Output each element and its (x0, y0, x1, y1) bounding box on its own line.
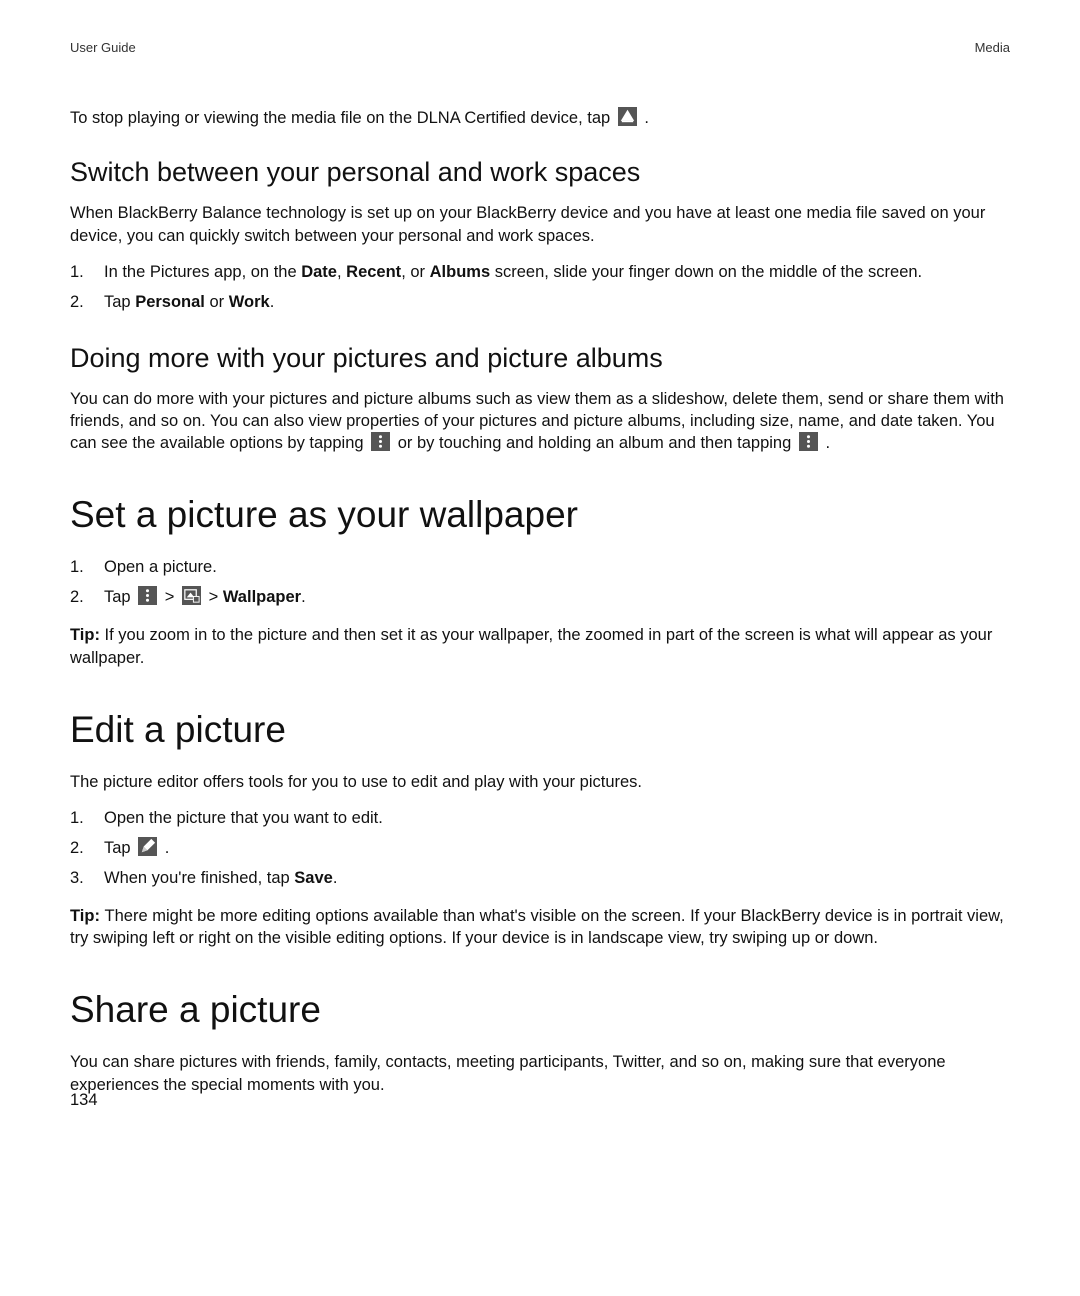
list-item: 1. In the Pictures app, on the Date, Rec… (70, 261, 1010, 285)
text-fragment: screen, slide your finger down on the mi… (490, 263, 922, 281)
list-item: 1. Open the picture that you want to edi… (70, 807, 1010, 831)
step-number: 1. (70, 261, 104, 285)
step-text: Open the picture that you want to edit. (104, 807, 1010, 831)
edit-picture-tip: Tip: There might be more editing options… (70, 905, 1010, 950)
text-fragment: . (333, 869, 338, 887)
heading-set-wallpaper: Set a picture as your wallpaper (70, 494, 1010, 536)
text-fragment: . (301, 588, 306, 606)
list-item: 2. Tap . (70, 837, 1010, 861)
step-text: Tap . (104, 837, 1010, 861)
text-fragment: or by touching and holding an album and … (398, 434, 796, 452)
step-number: 1. (70, 556, 104, 580)
step-text: When you're finished, tap Save. (104, 867, 1010, 891)
heading-share-picture: Share a picture (70, 989, 1010, 1031)
doing-more-paragraph: You can do more with your pictures and p… (70, 388, 1010, 455)
text-fragment: In the Pictures app, on the (104, 263, 301, 281)
edit-picture-steps: 1. Open the picture that you want to edi… (70, 807, 1010, 891)
more-options-icon (799, 432, 818, 451)
heading-edit-picture: Edit a picture (70, 709, 1010, 751)
page-container: User Guide Media To stop playing or view… (0, 0, 1080, 1296)
stop-playback-icon (618, 107, 637, 126)
text-fragment: When you're finished, tap (104, 869, 294, 887)
more-options-icon (138, 586, 157, 605)
text-fragment: , (337, 263, 346, 281)
text-fragment: or (205, 293, 229, 311)
edit-picture-paragraph: The picture editor offers tools for you … (70, 771, 1010, 793)
wallpaper-steps: 1. Open a picture. 2. Tap > > Wallpaper. (70, 556, 1010, 610)
switch-spaces-paragraph: When BlackBerry Balance technology is se… (70, 202, 1010, 247)
bold-albums: Albums (430, 263, 491, 281)
running-header: User Guide Media (70, 40, 1010, 55)
step-number: 2. (70, 586, 104, 610)
dlna-stop-text-after: . (644, 109, 649, 127)
text-fragment: . (270, 293, 275, 311)
step-text: Tap > > Wallpaper. (104, 586, 1010, 610)
text-fragment: Tap (104, 839, 135, 857)
wallpaper-tip: Tip: If you zoom in to the picture and t… (70, 624, 1010, 669)
list-item: 2. Tap > > Wallpaper. (70, 586, 1010, 610)
text-fragment: . (165, 839, 170, 857)
bold-date: Date (301, 263, 337, 281)
text-fragment: Tap (104, 588, 135, 606)
bold-work: Work (229, 293, 270, 311)
heading-switch-spaces: Switch between your personal and work sp… (70, 157, 1010, 188)
text-fragment: . (825, 434, 830, 452)
bold-recent: Recent (346, 263, 401, 281)
header-left: User Guide (70, 40, 136, 55)
bold-personal: Personal (135, 293, 205, 311)
list-item: 1. Open a picture. (70, 556, 1010, 580)
step-text: In the Pictures app, on the Date, Recent… (104, 261, 1010, 285)
edit-pencil-icon (138, 837, 157, 856)
step-number: 3. (70, 867, 104, 891)
step-text: Tap Personal or Work. (104, 291, 1010, 315)
set-as-icon (182, 586, 201, 605)
tip-label: Tip: (70, 626, 105, 644)
more-options-icon (371, 432, 390, 451)
text-fragment: > (209, 588, 223, 606)
dlna-stop-line: To stop playing or viewing the media fil… (70, 107, 1010, 129)
switch-spaces-steps: 1. In the Pictures app, on the Date, Rec… (70, 261, 1010, 315)
dlna-stop-text-before: To stop playing or viewing the media fil… (70, 109, 615, 127)
tip-text: There might be more editing options avai… (70, 907, 1004, 947)
bold-wallpaper: Wallpaper (223, 588, 301, 606)
step-number: 2. (70, 291, 104, 315)
tip-text: If you zoom in to the picture and then s… (70, 626, 992, 666)
bold-save: Save (294, 869, 333, 887)
text-fragment: Tap (104, 293, 135, 311)
heading-doing-more: Doing more with your pictures and pictur… (70, 343, 1010, 374)
step-text: Open a picture. (104, 556, 1010, 580)
text-fragment: , or (401, 263, 429, 281)
tip-label: Tip: (70, 907, 105, 925)
text-fragment: > (165, 588, 179, 606)
share-picture-paragraph: You can share pictures with friends, fam… (70, 1051, 1010, 1096)
list-item: 3. When you're finished, tap Save. (70, 867, 1010, 891)
step-number: 2. (70, 837, 104, 861)
step-number: 1. (70, 807, 104, 831)
header-right: Media (975, 40, 1010, 55)
list-item: 2. Tap Personal or Work. (70, 291, 1010, 315)
page-number: 134 (70, 1091, 98, 1110)
